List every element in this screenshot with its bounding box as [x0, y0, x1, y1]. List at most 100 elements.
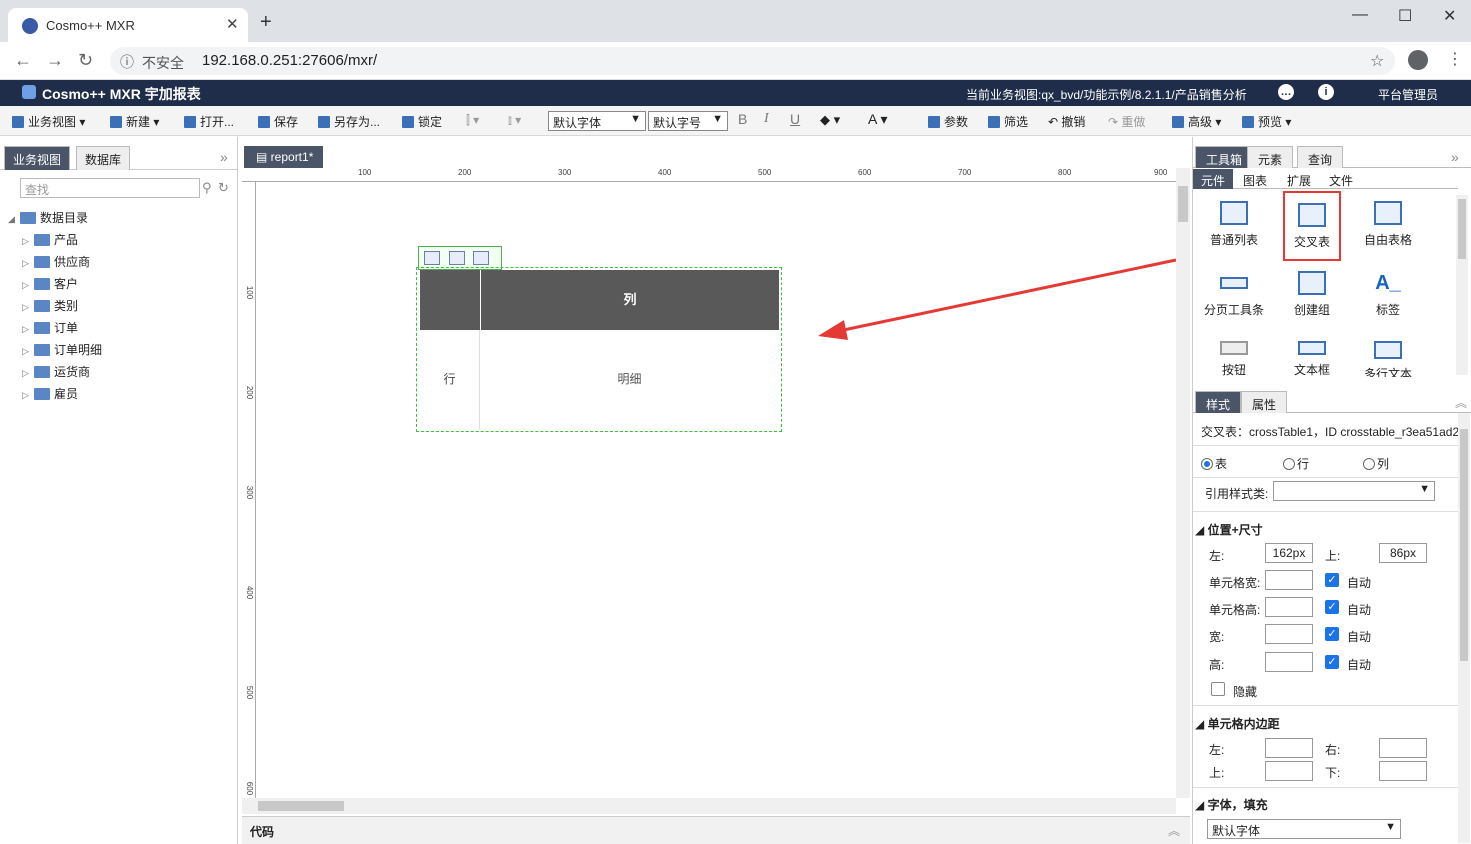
collapse-up-icon[interactable]: ︽: [1455, 394, 1467, 411]
collapse-arrow-icon[interactable]: ▷: [22, 280, 34, 291]
tab-elements[interactable]: 元素: [1247, 146, 1294, 168]
maximize-icon[interactable]: ☐: [1398, 6, 1412, 26]
tree-item[interactable]: ▷ 客户: [22, 275, 78, 297]
tab-files[interactable]: 文件: [1321, 169, 1361, 189]
preview-button[interactable]: 预览 ▾: [1242, 113, 1291, 130]
crosstable-row-header[interactable]: 行: [420, 330, 480, 429]
collapse-arrow-icon[interactable]: ▷: [22, 346, 34, 357]
scrollbar-thumb[interactable]: [1178, 186, 1188, 222]
collapse-right-icon[interactable]: »: [1451, 149, 1459, 165]
font-size-select[interactable]: 默认字号 ▼: [648, 111, 728, 131]
component-free-table[interactable]: 自由表格: [1355, 195, 1421, 257]
cell-width-input[interactable]: [1265, 570, 1313, 590]
minimize-icon[interactable]: —: [1352, 6, 1368, 24]
section-font-fill[interactable]: ◢ 字体，填充: [1195, 796, 1268, 813]
width-auto-checkbox[interactable]: ✓: [1325, 627, 1339, 641]
message-icon[interactable]: …: [1278, 84, 1294, 100]
radio-table[interactable]: 表: [1201, 455, 1227, 472]
close-window-icon[interactable]: ✕: [1443, 6, 1456, 26]
bookmark-star-icon[interactable]: ☆: [1370, 51, 1384, 71]
font-family-select[interactable]: 默认字体 ▼: [548, 111, 646, 131]
params-button[interactable]: 参数: [928, 113, 968, 130]
filter-button[interactable]: 筛选: [988, 113, 1028, 130]
collapse-arrow-icon[interactable]: ▷: [22, 236, 34, 247]
canvas-horizontal-scrollbar[interactable]: [242, 798, 1176, 814]
radio-row[interactable]: 行: [1283, 455, 1309, 472]
cell-height-auto-checkbox[interactable]: ✓: [1325, 600, 1339, 614]
font-select[interactable]: 默认字体 ▼: [1207, 819, 1401, 839]
tab-style[interactable]: 样式: [1195, 391, 1242, 413]
pad-right-input[interactable]: [1379, 738, 1427, 758]
lock-button[interactable]: 锁定: [402, 113, 442, 130]
components-scrollbar[interactable]: [1456, 195, 1468, 375]
user-menu[interactable]: 平台管理员: [1378, 86, 1438, 103]
italic-button[interactable]: I: [764, 111, 769, 127]
tree-item[interactable]: ▷ 类别: [22, 297, 78, 319]
expand-icon[interactable]: ◢: [8, 214, 20, 225]
search-input[interactable]: 查找: [20, 178, 200, 198]
cell-height-input[interactable]: [1265, 597, 1313, 617]
url-text[interactable]: 192.168.0.251:27606/mxr/: [202, 52, 377, 69]
collapse-arrow-icon[interactable]: ▷: [22, 302, 34, 313]
component-button[interactable]: 按钮: [1199, 335, 1269, 377]
font-color-button[interactable]: A ▾: [868, 111, 888, 128]
tab-components[interactable]: 元件: [1193, 169, 1234, 189]
crosstable-detail-cell[interactable]: 明细: [480, 330, 779, 429]
tab-database[interactable]: 数据库: [76, 146, 131, 170]
crosstable[interactable]: 列 行 明细: [416, 267, 782, 432]
redo-button[interactable]: ↷ 重做: [1108, 113, 1145, 130]
undo-button[interactable]: ↶ 撤销: [1048, 113, 1085, 130]
underline-button[interactable]: U: [790, 111, 800, 127]
crosstable-column-header[interactable]: 列: [480, 270, 779, 330]
tree-item[interactable]: ▷ 运货商: [22, 363, 90, 385]
tab-properties[interactable]: 属性: [1241, 391, 1288, 413]
tree-item[interactable]: ▷ 雇员: [22, 385, 78, 407]
top-position-input[interactable]: 86px: [1379, 543, 1427, 563]
collapse-arrow-icon[interactable]: ▷: [22, 390, 34, 401]
save-as-button[interactable]: 另存为...: [318, 113, 380, 130]
tree-item[interactable]: ▷ 产品: [22, 231, 78, 253]
align-button[interactable]: ⫿ ▾: [466, 113, 479, 128]
tab-extensions[interactable]: 扩展: [1279, 169, 1319, 189]
browser-menu-icon[interactable]: ⋮: [1447, 49, 1463, 69]
tree-item[interactable]: ▷ 订单: [22, 319, 78, 341]
canvas-vertical-scrollbar[interactable]: [1176, 168, 1190, 798]
account-icon[interactable]: [1408, 50, 1428, 70]
component-pager[interactable]: 分页工具条: [1199, 265, 1269, 327]
info-icon[interactable]: ⓘ: [120, 52, 134, 72]
section-cell-padding[interactable]: ◢ 单元格内边距: [1195, 715, 1280, 732]
url-field[interactable]: ⓘ 不安全 192.168.0.251:27606/mxr/: [110, 47, 1395, 75]
tab-query[interactable]: 查询: [1297, 146, 1344, 168]
component-textarea[interactable]: 多行文本: [1355, 335, 1421, 377]
component-create-group[interactable]: 创建组: [1277, 265, 1347, 327]
tree-item[interactable]: ▷ 订单明细: [22, 341, 102, 363]
pad-top-input[interactable]: [1265, 761, 1313, 781]
tab-business-view[interactable]: 业务视图: [4, 146, 71, 170]
bold-button[interactable]: B: [738, 111, 747, 127]
radio-column[interactable]: 列: [1363, 455, 1389, 472]
cell-width-auto-checkbox[interactable]: ✓: [1325, 573, 1339, 587]
crosstable-data-icon[interactable]: [449, 251, 465, 265]
business-view-button[interactable]: 业务视图 ▾: [12, 113, 85, 130]
tree-root[interactable]: ◢ 数据目录: [8, 209, 88, 231]
collapse-arrow-icon[interactable]: ▷: [22, 324, 34, 335]
style-class-select[interactable]: ▼: [1273, 481, 1435, 501]
left-position-input[interactable]: 162px: [1265, 543, 1313, 563]
code-panel-bar[interactable]: 代码 ︽: [242, 816, 1190, 844]
distribute-button[interactable]: ⫾ ▾: [508, 113, 521, 128]
collapse-arrow-icon[interactable]: ▷: [22, 258, 34, 269]
crosstable-edit-icon[interactable]: [424, 251, 440, 265]
search-icon[interactable]: ⚲: [202, 180, 212, 196]
fill-color-button[interactable]: ◆ ▾: [820, 112, 840, 128]
pad-left-input[interactable]: [1265, 738, 1313, 758]
tab-toolbox[interactable]: 工具箱: [1195, 146, 1254, 168]
tree-item[interactable]: ▷ 供应商: [22, 253, 90, 275]
back-icon[interactable]: ←: [14, 50, 32, 71]
height-auto-checkbox[interactable]: ✓: [1325, 655, 1339, 669]
height-input[interactable]: [1265, 652, 1313, 672]
about-icon[interactable]: i: [1318, 84, 1334, 100]
refresh-icon[interactable]: ↻: [218, 180, 229, 196]
tab-report1[interactable]: ▤ report1*: [244, 146, 324, 168]
collapse-arrow-icon[interactable]: ▷: [22, 368, 34, 379]
section-position-size[interactable]: ◢ 位置+尺寸: [1195, 521, 1263, 538]
